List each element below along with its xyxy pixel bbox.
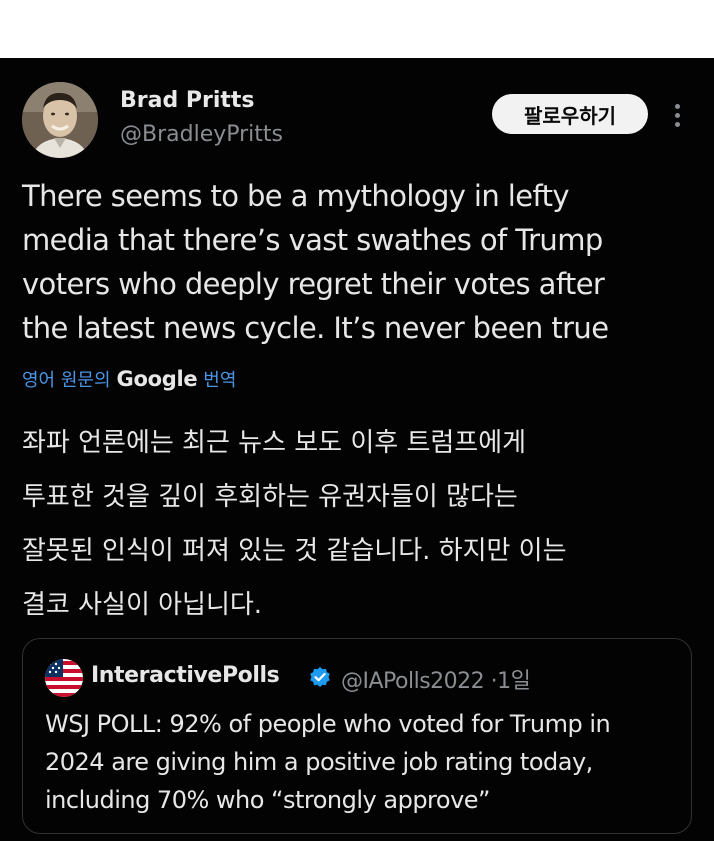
translated-line: 결코 사실이 아닙니다. — [22, 590, 263, 620]
quoted-meta: @IAPolls2022 ·1일 — [341, 663, 531, 695]
quoted-line: 2024 are giving him a positive job ratin… — [45, 748, 593, 776]
tweet-line: voters who deeply regret their votes aft… — [22, 267, 605, 301]
author-handle[interactable]: @BradleyPritts — [120, 122, 283, 147]
translation-suffix[interactable]: 번역 — [203, 366, 236, 392]
quoted-line: including 70% who “strongly approve” — [45, 786, 490, 814]
translated-line: 투표한 것을 깊이 후회하는 유권자들이 많다는 — [22, 482, 518, 512]
more-vertical-icon[interactable] — [666, 98, 688, 132]
author-avatar[interactable] — [22, 82, 98, 158]
author-display-name[interactable]: Brad Pritts — [120, 88, 255, 113]
quoted-handle[interactable]: @IAPolls2022 — [341, 669, 485, 694]
translated-line: 좌파 언론에는 최근 뉴스 보도 이후 트럼프에게 — [22, 428, 527, 458]
tweet-text: There seems to be a mythology in lefty m… — [22, 174, 692, 350]
tweet-line: There seems to be a mythology in lefty — [22, 179, 570, 213]
translated-line: 잘못된 인식이 퍼져 있는 것 같습니다. 하지만 이는 — [22, 536, 567, 566]
tweet-line: the latest news cycle. It’s never been t… — [22, 311, 609, 345]
translation-attribution[interactable]: 영어 원문의 Google 번역 — [22, 366, 236, 392]
quoted-line: WSJ POLL: 92% of people who voted for Tr… — [45, 710, 611, 738]
translation-prefix[interactable]: 영어 원문의 — [22, 366, 111, 392]
us-flag-avatar[interactable] — [45, 659, 83, 697]
verified-badge-icon — [309, 666, 331, 688]
quoted-time[interactable]: 1일 — [497, 669, 531, 694]
tweet-line: media that there’s vast swathes of Trump — [22, 223, 603, 257]
tweet-screenshot: Brad Pritts @BradleyPritts 팔로우하기 There s… — [0, 58, 714, 841]
quoted-display-name[interactable]: InteractivePolls — [91, 663, 280, 688]
quoted-text: WSJ POLL: 92% of people who voted for Tr… — [45, 705, 685, 819]
quoted-tweet-card[interactable]: InteractivePolls @IAPolls2022 ·1일 WSJ PO… — [22, 638, 692, 834]
follow-button[interactable]: 팔로우하기 — [492, 94, 648, 134]
translated-text: 좌파 언론에는 최근 뉴스 보도 이후 트럼프에게 투표한 것을 깊이 후회하는… — [22, 416, 702, 632]
google-logo-text: Google — [116, 367, 198, 391]
